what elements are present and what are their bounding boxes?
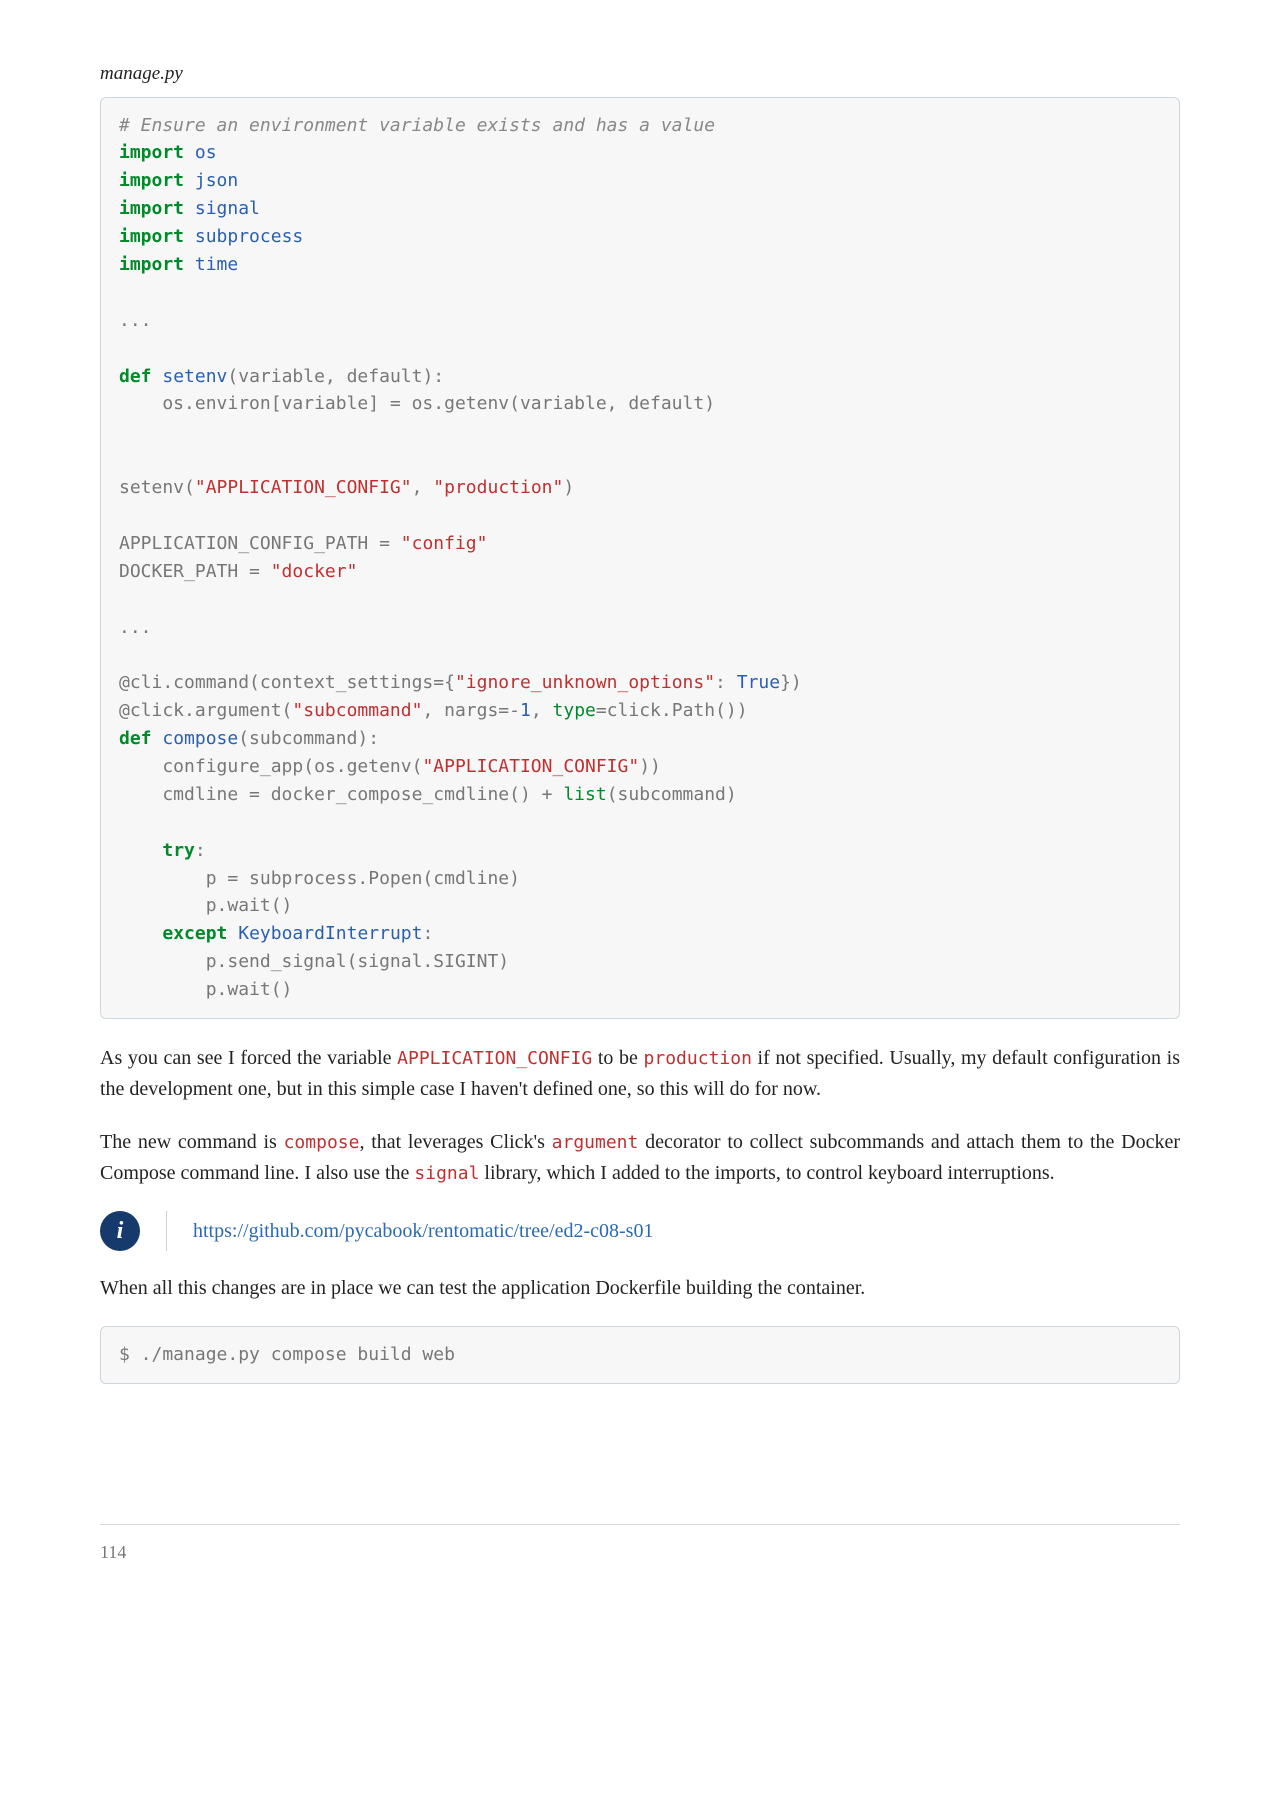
module-time: time	[195, 254, 238, 275]
builtin-type: type	[553, 700, 596, 721]
python-code-block: # Ensure an environment variable exists …	[100, 97, 1180, 1020]
module-signal: signal	[195, 198, 260, 219]
bool-literal: True	[737, 672, 780, 693]
page-footer: 114	[100, 1524, 1180, 1566]
string-literal: "APPLICATION_CONFIG"	[422, 756, 639, 777]
code-line: p = subprocess.Popen(cmdline)	[119, 868, 520, 889]
github-link[interactable]: https://github.com/pycabook/rentomatic/t…	[193, 1216, 653, 1246]
keyword-import: import	[119, 170, 184, 191]
code-text: DOCKER_PATH =	[119, 561, 271, 582]
code-text: ))	[639, 756, 661, 777]
inline-code: signal	[414, 1163, 479, 1184]
paragraph-3: When all this changes are in place we ca…	[100, 1273, 1180, 1304]
code-line: os.environ[variable] = os.getenv(variabl…	[119, 393, 715, 414]
module-os: os	[195, 142, 217, 163]
module-json: json	[195, 170, 238, 191]
info-callout: i https://github.com/pycabook/rentomatic…	[100, 1211, 1180, 1251]
number-literal: 1	[520, 700, 531, 721]
code-text: , nargs=-	[422, 700, 520, 721]
string-literal: "subcommand"	[292, 700, 422, 721]
code-text: })	[780, 672, 802, 693]
code-block-title: manage.py	[100, 60, 1180, 89]
exception-name: KeyboardInterrupt	[238, 923, 422, 944]
shell-line: $ ./manage.py compose build web	[119, 1344, 455, 1365]
code-text: ,	[412, 477, 434, 498]
code-text: APPLICATION_CONFIG_PATH =	[119, 533, 401, 554]
keyword-import: import	[119, 226, 184, 247]
paragraph-2: The new command is compose, that leverag…	[100, 1127, 1180, 1189]
keyword-try: try	[162, 840, 195, 861]
text: to be	[592, 1047, 643, 1069]
func-compose: compose	[162, 728, 238, 749]
inline-code: argument	[552, 1132, 639, 1153]
code-comment: # Ensure an environment variable exists …	[119, 115, 715, 136]
code-line: p.wait()	[119, 895, 292, 916]
colon: :	[422, 923, 433, 944]
keyword-except: except	[162, 923, 227, 944]
info-icon: i	[100, 1211, 140, 1251]
text: When all this changes are in place we ca…	[100, 1277, 865, 1299]
string-literal: "config"	[401, 533, 488, 554]
string-literal: "ignore_unknown_options"	[455, 672, 715, 693]
inline-code: production	[644, 1048, 752, 1069]
text: library, which I added to the imports, t…	[479, 1162, 1054, 1184]
string-literal: "docker"	[271, 561, 358, 582]
params: (variable, default):	[227, 366, 444, 387]
code-text: configure_app(os.getenv(	[119, 756, 422, 777]
code-text: ,	[531, 700, 553, 721]
code-text: (subcommand)	[607, 784, 737, 805]
code-text: :	[715, 672, 737, 693]
inline-code: compose	[284, 1132, 360, 1153]
indent	[119, 840, 162, 861]
code-text: @click.argument(	[119, 700, 292, 721]
string-literal: "APPLICATION_CONFIG"	[195, 477, 412, 498]
keyword-import: import	[119, 254, 184, 275]
code-line: p.send_signal(signal.SIGINT)	[119, 951, 509, 972]
ellipsis: ...	[119, 310, 152, 331]
builtin-list: list	[563, 784, 606, 805]
info-separator	[166, 1211, 167, 1251]
code-text: @cli.command(context_settings={	[119, 672, 455, 693]
text: As you can see I forced the variable	[100, 1047, 397, 1069]
module-subprocess: subprocess	[195, 226, 303, 247]
text: , that leverages Click's	[359, 1131, 551, 1153]
paragraph-1: As you can see I forced the variable APP…	[100, 1043, 1180, 1105]
code-text: =click.Path())	[596, 700, 748, 721]
code-line: p.wait()	[119, 979, 292, 1000]
keyword-def: def	[119, 728, 152, 749]
ellipsis: ...	[119, 617, 152, 638]
code-text: cmdline = docker_compose_cmdline() +	[119, 784, 563, 805]
keyword-def: def	[119, 366, 152, 387]
info-glyph: i	[117, 1213, 124, 1249]
text: The new command is	[100, 1131, 284, 1153]
shell-code-block: $ ./manage.py compose build web	[100, 1326, 1180, 1384]
params: (subcommand):	[238, 728, 379, 749]
string-literal: "production"	[433, 477, 563, 498]
colon: :	[195, 840, 206, 861]
keyword-import: import	[119, 198, 184, 219]
func-setenv: setenv	[162, 366, 227, 387]
indent	[119, 923, 162, 944]
code-text: )	[563, 477, 574, 498]
inline-code: APPLICATION_CONFIG	[397, 1048, 592, 1069]
code-text: setenv(	[119, 477, 195, 498]
keyword-import: import	[119, 142, 184, 163]
page-number: 114	[100, 1542, 126, 1562]
